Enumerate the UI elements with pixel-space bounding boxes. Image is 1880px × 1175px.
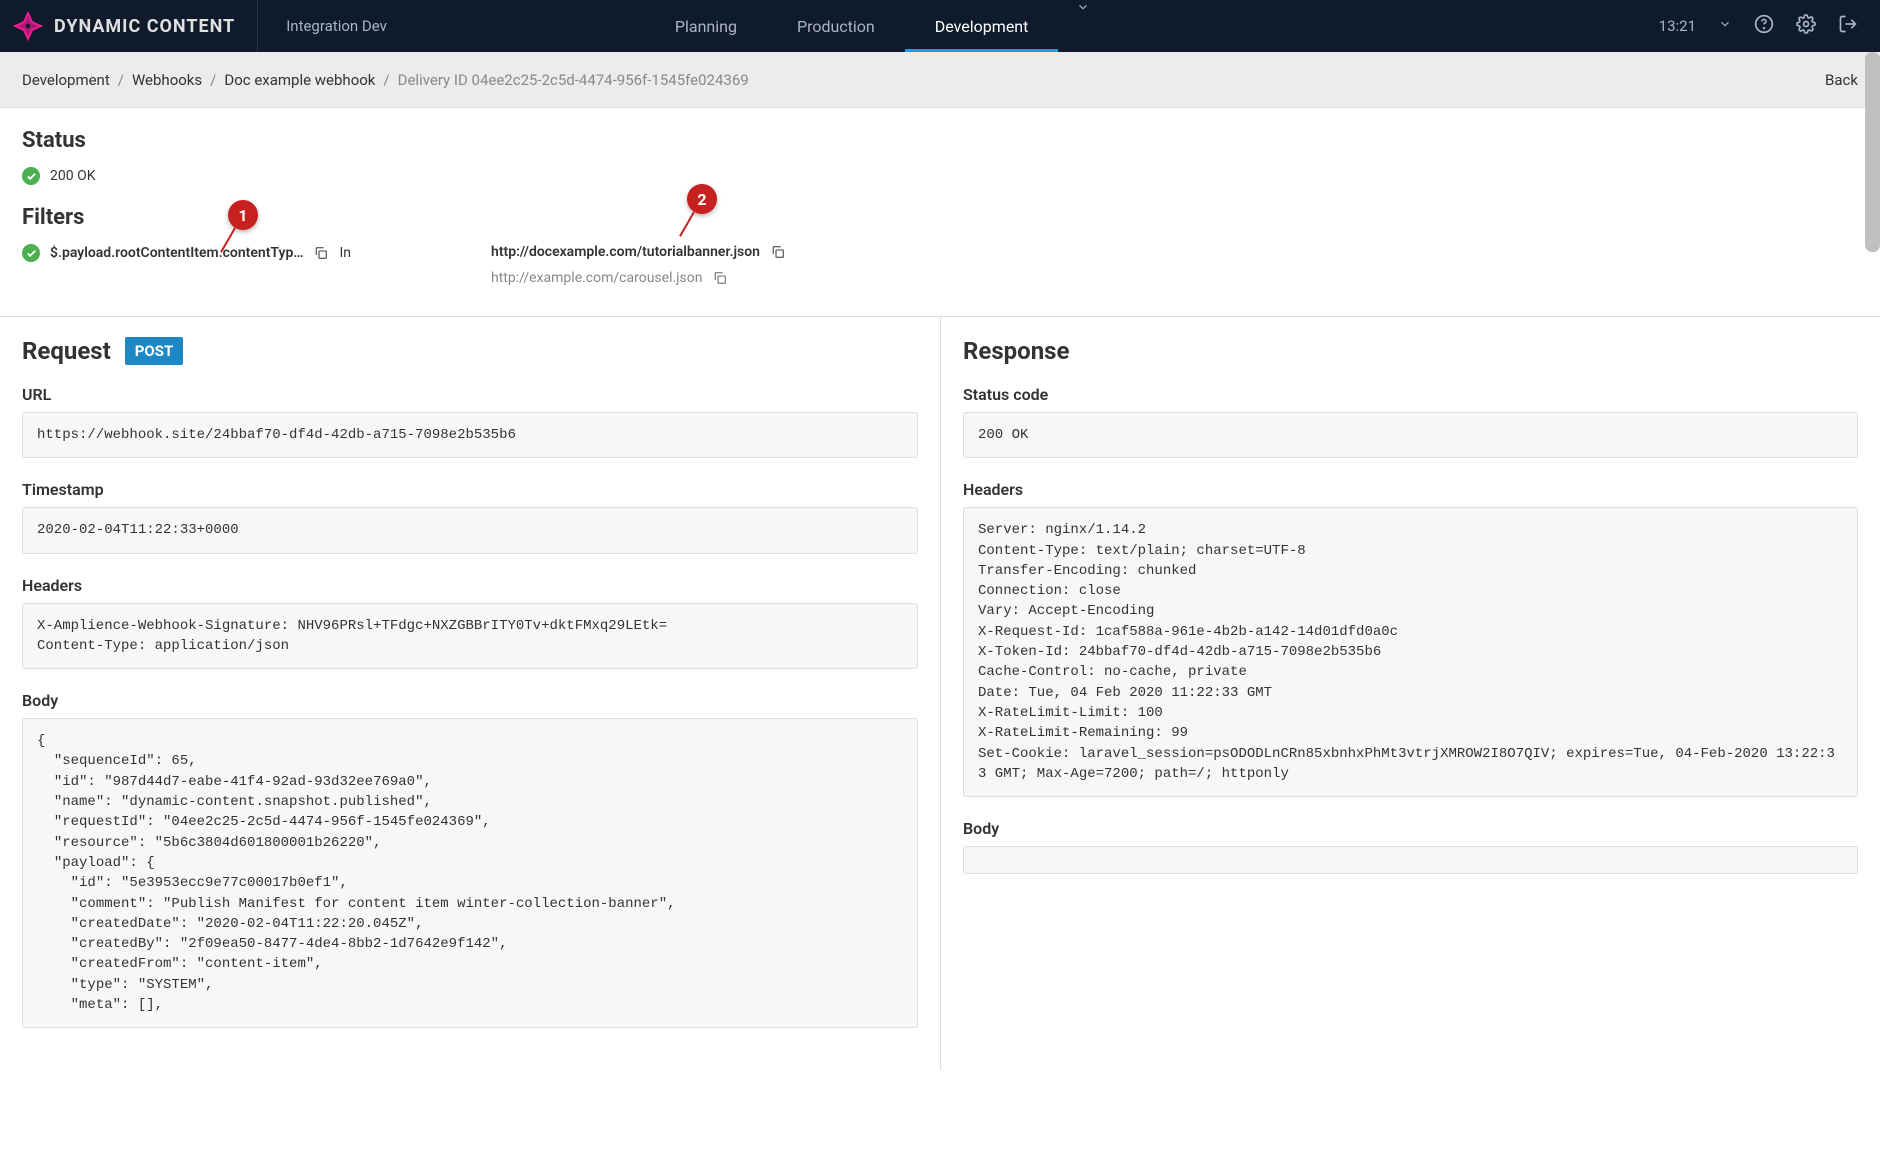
content: Status 200 OK Filters 1 2 $.payload.root… <box>0 108 1880 1175</box>
response-body-box[interactable] <box>963 846 1858 874</box>
filter-url-row-2: http://example.com/carousel.json <box>491 270 786 286</box>
filter-condition: $.payload.rootContentItem.contentTyp… In <box>22 244 351 262</box>
request-headers-box[interactable]: X-Amplience-Webhook-Signature: NHV96PRsl… <box>22 603 918 670</box>
tab-development[interactable]: Development <box>905 0 1059 52</box>
filters-heading: Filters <box>22 205 1858 230</box>
logout-icon[interactable] <box>1838 14 1858 38</box>
request-timestamp-box[interactable]: 2020-02-04T11:22:33+0000 <box>22 507 918 553</box>
copy-icon[interactable] <box>712 270 728 286</box>
status-line: 200 OK <box>22 167 1858 185</box>
check-circle-icon <box>22 167 40 185</box>
callout-2: 2 <box>687 184 717 214</box>
request-headers-label: Headers <box>22 576 918 595</box>
logo[interactable]: DYNAMIC CONTENT <box>0 0 257 52</box>
chevron-down-icon[interactable] <box>1718 17 1732 35</box>
crumb-webhook-name[interactable]: Doc example webhook <box>224 71 375 89</box>
hub-name[interactable]: Integration Dev <box>258 17 415 35</box>
logo-icon <box>12 10 44 42</box>
gear-icon[interactable] <box>1796 14 1816 38</box>
request-column: Request POST URL https://webhook.site/24… <box>0 317 940 1070</box>
timestamp-label: Timestamp <box>22 480 918 499</box>
status-heading: Status <box>22 128 1858 153</box>
copy-icon[interactable] <box>770 244 786 260</box>
topbar: DYNAMIC CONTENT Integration Dev Planning… <box>0 0 1880 52</box>
request-heading: Request <box>22 337 111 365</box>
crumb-development[interactable]: Development <box>22 71 110 89</box>
filters-row: $.payload.rootContentItem.contentTyp… In… <box>22 244 1858 286</box>
filter-operator: In <box>339 245 351 261</box>
crumb-current: Delivery ID 04ee2c25-2c5d-4474-956f-1545… <box>398 71 749 89</box>
callout-1: 1 <box>228 200 258 230</box>
nav-tabs: Planning Production Development <box>645 0 1090 52</box>
filter-url-2: http://example.com/carousel.json <box>491 270 702 286</box>
url-label: URL <box>22 385 918 404</box>
request-url-box[interactable]: https://webhook.site/24bbaf70-df4d-42db-… <box>22 412 918 458</box>
response-heading: Response <box>963 337 1069 365</box>
tab-planning[interactable]: Planning <box>645 0 767 52</box>
response-headers-box[interactable]: Server: nginx/1.14.2 Content-Type: text/… <box>963 507 1858 797</box>
crumb-webhooks[interactable]: Webhooks <box>132 71 202 89</box>
topbar-right: 13:21 <box>1659 14 1880 38</box>
method-badge: POST <box>125 337 184 365</box>
columns: Request POST URL https://webhook.site/24… <box>0 317 1880 1070</box>
product-name: DYNAMIC CONTENT <box>54 16 235 37</box>
filter-jsonpath: $.payload.rootContentItem.contentTyp… <box>50 245 303 261</box>
chevron-down-icon[interactable] <box>1076 0 1090 52</box>
clock-display: 13:21 <box>1659 17 1696 35</box>
response-status-box[interactable]: 200 OK <box>963 412 1858 458</box>
response-headers-label: Headers <box>963 480 1858 499</box>
copy-icon[interactable] <box>313 245 329 261</box>
filter-url-1: http://docexample.com/tutorialbanner.jso… <box>491 244 760 260</box>
status-text: 200 OK <box>50 168 96 184</box>
filter-values: http://docexample.com/tutorialbanner.jso… <box>491 244 786 286</box>
request-body-box[interactable]: { "sequenceId": 65, "id": "987d44d7-eabe… <box>22 718 918 1028</box>
request-body-label: Body <box>22 691 918 710</box>
back-button[interactable]: Back <box>1825 71 1858 89</box>
breadcrumb: Development / Webhooks / Doc example web… <box>0 52 1880 108</box>
check-circle-icon <box>22 244 40 262</box>
help-icon[interactable] <box>1754 14 1774 38</box>
filter-url-row-1: http://docexample.com/tutorialbanner.jso… <box>491 244 786 260</box>
response-body-label: Body <box>963 819 1858 838</box>
response-column: Response Status code 200 OK Headers Serv… <box>940 317 1880 1070</box>
tab-production[interactable]: Production <box>767 0 905 52</box>
status-code-label: Status code <box>963 385 1858 404</box>
